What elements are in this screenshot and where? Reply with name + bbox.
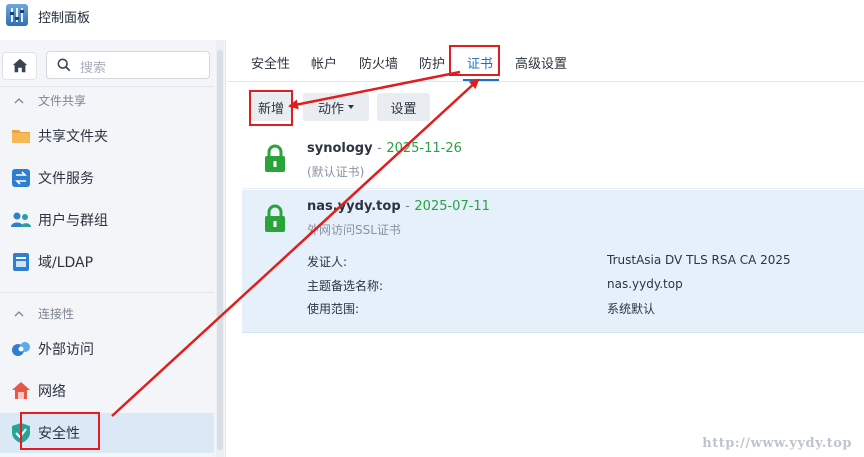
usage-scope-label: 使用范围: — [307, 302, 360, 316]
issuer-label: 发证人: — [307, 255, 348, 269]
caret-down-icon — [348, 105, 354, 109]
window-title: 控制面板 — [38, 11, 91, 26]
usage-scope-value: 系统默认 — [607, 302, 656, 316]
lock-icon — [265, 144, 285, 172]
annotation-box-certificate-tab — [449, 45, 500, 76]
tab-firewall[interactable]: 防火墙 — [359, 53, 398, 72]
search-icon — [57, 58, 71, 72]
sidebar-item-label: 文件服务 — [38, 171, 94, 187]
tab-account[interactable]: 帐户 — [311, 53, 337, 72]
sidebar-item-label: 域/LDAP — [38, 255, 94, 271]
search-box[interactable]: 搜索 — [46, 51, 210, 79]
sidebar-item-label: 共享文件夹 — [38, 129, 108, 145]
tab-security[interactable]: 安全性 — [251, 53, 290, 72]
sidebar-item-file-services[interactable]: 文件服务 — [0, 158, 214, 198]
sidebar-item-external-access[interactable]: 外部访问 — [0, 329, 214, 369]
home-icon — [12, 58, 28, 73]
title-bar: 控制面板 — [0, 0, 864, 32]
chevron-up-icon — [14, 310, 24, 316]
issuer-value: TrustAsia DV TLS RSA CA 2025 — [607, 253, 791, 267]
certificate-description: 外网访问SSL证书 — [307, 223, 401, 237]
sidebar: 搜索 文件共享 共享文件夹 文件服务 用户与群组 域/LDAP 连接性 外部访问… — [0, 40, 226, 457]
settings-button[interactable]: 设置 — [377, 93, 430, 121]
section-header-file-sharing[interactable]: 文件共享 — [14, 92, 86, 109]
shared-folder-icon — [12, 130, 30, 143]
subject-alt-name-label: 主题备选名称: — [307, 279, 384, 293]
active-tab-indicator — [463, 79, 499, 81]
sidebar-item-shared-folder[interactable]: 共享文件夹 — [0, 116, 214, 156]
sidebar-divider — [0, 292, 214, 293]
settings-button-label: 设置 — [390, 101, 417, 117]
certificate-row-nas-yydy-top[interactable]: nas.yydy.top - 2025-07-11 外网访问SSL证书 发证人:… — [242, 190, 864, 333]
chevron-up-icon — [14, 97, 24, 103]
external-access-icon — [12, 342, 30, 356]
file-services-icon — [12, 169, 30, 187]
sidebar-item-user-group[interactable]: 用户与群组 — [0, 200, 214, 240]
lock-icon — [265, 204, 285, 232]
section-label: 文件共享 — [38, 94, 87, 108]
certificate-expiry-date: 2025-11-26 — [386, 141, 462, 156]
certificate-description: (默认证书) — [307, 165, 365, 179]
subject-alt-name-value: nas.yydy.top — [607, 277, 683, 291]
search-placeholder: 搜索 — [80, 61, 107, 76]
user-group-icon — [11, 212, 31, 227]
title-separator: - — [377, 141, 382, 156]
sidebar-item-label: 外部访问 — [38, 342, 94, 358]
certificate-name: synology — [307, 141, 373, 156]
certificate-title: synology - 2025-11-26 — [307, 141, 462, 156]
certificate-title: nas.yydy.top - 2025-07-11 — [307, 199, 490, 214]
watermark: http://www.yydy.top — [702, 436, 852, 451]
certificate-row-synology[interactable]: synology - 2025-11-26 (默认证书) — [242, 132, 864, 188]
sidebar-item-label: 网络 — [38, 384, 66, 400]
control-panel-icon — [6, 4, 28, 26]
main-content: 安全性 帐户 防火墙 防护 证书 高级设置 新增 动作 设置 synology … — [227, 40, 864, 457]
tab-protection[interactable]: 防护 — [419, 53, 445, 72]
network-icon — [12, 382, 30, 399]
section-label: 连接性 — [38, 307, 75, 321]
tab-advanced[interactable]: 高级设置 — [515, 53, 567, 72]
action-dropdown-button[interactable]: 动作 — [303, 93, 369, 121]
sidebar-scroll-thumb[interactable] — [217, 50, 223, 450]
sidebar-item-label: 用户与群组 — [38, 213, 108, 229]
annotation-box-security-item — [20, 412, 100, 450]
action-button-label: 动作 — [317, 101, 344, 117]
certificate-expiry-date: 2025-07-11 — [414, 199, 490, 214]
title-separator: - — [405, 199, 410, 214]
annotation-box-create-button — [249, 90, 293, 126]
certificate-name: nas.yydy.top — [307, 199, 401, 214]
row-divider — [242, 188, 864, 189]
tab-bar: 安全性 帐户 防火墙 防护 证书 高级设置 — [227, 40, 864, 82]
sidebar-divider — [0, 86, 214, 87]
section-header-connectivity[interactable]: 连接性 — [14, 305, 74, 322]
home-button[interactable] — [2, 52, 37, 80]
domain-ldap-icon — [13, 253, 29, 271]
sidebar-item-network[interactable]: 网络 — [0, 371, 214, 411]
sidebar-item-domain-ldap[interactable]: 域/LDAP — [0, 242, 214, 282]
